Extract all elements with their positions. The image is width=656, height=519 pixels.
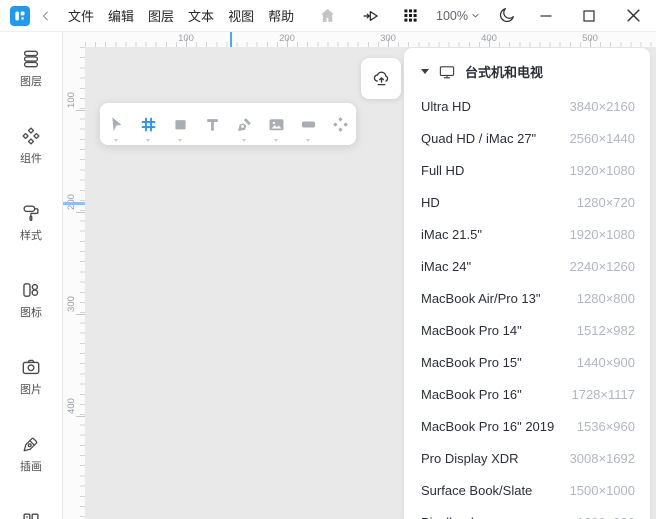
move-tool[interactable] <box>100 103 132 145</box>
frame-tool[interactable] <box>132 103 164 145</box>
device-row[interactable]: Ultra HD3840×2160 <box>404 90 650 122</box>
sidebar-item-icons[interactable]: 图标 <box>20 279 42 320</box>
device-row[interactable]: Full HD1920×1080 <box>404 154 650 186</box>
back-chevron-icon[interactable] <box>39 9 53 23</box>
apps-grid-icon[interactable] <box>402 7 419 24</box>
ruler-cursor-marker-horizontal <box>230 32 232 47</box>
sidebar-label: 图层 <box>20 73 42 89</box>
floating-toolbar <box>100 103 356 145</box>
vertical-ruler: 100 200 300 400 <box>63 47 85 519</box>
device-row[interactable]: HD1280×720 <box>404 186 650 218</box>
zoom-level-value: 100% <box>436 9 468 23</box>
menu-help[interactable]: 帮助 <box>261 0 301 31</box>
sidebar-item-images[interactable]: 图片 <box>20 356 42 397</box>
home-icon[interactable] <box>318 6 337 25</box>
zoom-level-dropdown[interactable]: 100% <box>436 9 480 23</box>
ruler-cursor-marker-vertical <box>63 202 85 205</box>
panel-section-header[interactable]: 台式机和电视 <box>404 48 650 90</box>
ruler-label: 500 <box>582 33 598 44</box>
chevron-down-icon[interactable] <box>306 139 310 142</box>
cloud-upload-icon <box>371 68 392 89</box>
component-tool[interactable] <box>324 103 356 145</box>
chevron-down-icon <box>471 11 480 20</box>
device-row[interactable]: MacBook Pro 14"1512×982 <box>404 314 650 346</box>
app-logo-icon[interactable] <box>10 6 30 26</box>
cloud-upload-button[interactable] <box>361 58 401 99</box>
menu-layer[interactable]: 图层 <box>141 0 181 31</box>
chevron-down-icon[interactable] <box>146 139 150 142</box>
sidebar-item-ui-kit[interactable]: UI组件 <box>15 510 48 519</box>
chevron-down-icon[interactable] <box>274 139 278 142</box>
menu-view[interactable]: 视图 <box>221 0 261 31</box>
sidebar-label: 组件 <box>20 150 42 166</box>
ruler-label: 100 <box>63 92 79 108</box>
device-row[interactable]: Pro Display XDR3008×1692 <box>404 442 650 474</box>
sidebar-label: 图片 <box>20 381 42 397</box>
menu-edit[interactable]: 编辑 <box>101 0 141 31</box>
image-tool[interactable] <box>260 103 292 145</box>
pen-tool[interactable] <box>228 103 260 145</box>
frame-grid-icon <box>138 114 159 135</box>
menu-items: 文件 编辑 图层 文本 视图 帮助 <box>61 0 301 31</box>
components-icon <box>20 125 42 147</box>
menu-file[interactable]: 文件 <box>61 0 101 31</box>
styles-paint-roller-icon <box>20 202 42 224</box>
left-sidebar: 图层 组件 样式 图标 图片 <box>0 32 63 519</box>
sidebar-item-styles[interactable]: 样式 <box>20 202 42 243</box>
ruler-label: 300 <box>380 33 396 44</box>
maximize-button[interactable] <box>583 10 595 22</box>
device-row[interactable]: iMac 21.5"1920×1080 <box>404 218 650 250</box>
monitor-icon <box>438 63 456 81</box>
close-button[interactable] <box>627 9 640 22</box>
device-preset-list: Ultra HD3840×2160 Quad HD / iMac 27"2560… <box>404 90 650 519</box>
chevron-down-icon[interactable] <box>178 139 182 142</box>
ruler-label: 200 <box>279 33 295 44</box>
sidebar-item-illustrations[interactable]: 插画 <box>20 433 42 474</box>
device-row[interactable]: Quad HD / iMac 27"2560×1440 <box>404 122 650 154</box>
ruler-corner <box>63 32 85 47</box>
pen-nib-icon <box>20 433 42 455</box>
sidebar-item-components[interactable]: 组件 <box>20 125 42 166</box>
design-canvas[interactable]: 台式机和电视 Ultra HD3840×2160 Quad HD / iMac … <box>85 47 656 519</box>
ruler-label: 100 <box>178 33 194 44</box>
caret-down-icon[interactable] <box>421 69 429 74</box>
device-row[interactable]: MacBook Pro 15"1440×900 <box>404 346 650 378</box>
present-run-icon[interactable] <box>361 6 381 26</box>
menu-text[interactable]: 文本 <box>181 0 221 31</box>
app-window: 文件 编辑 图层 文本 视图 帮助 100% <box>0 0 656 519</box>
ui-kit-grid-icon <box>20 510 42 519</box>
minimize-button[interactable] <box>540 10 552 22</box>
device-row[interactable]: Surface Book/Slate1500×1000 <box>404 474 650 506</box>
ruler-label: 400 <box>481 33 497 44</box>
text-tool[interactable] <box>196 103 228 145</box>
sidebar-label: 图标 <box>20 304 42 320</box>
sidebar-label: 插画 <box>20 458 42 474</box>
ruler-label: 300 <box>63 296 79 312</box>
horizontal-ruler: 100 200 300 400 500 <box>85 32 656 47</box>
layers-icon <box>20 48 42 70</box>
camera-icon <box>20 356 42 378</box>
dark-mode-moon-icon[interactable] <box>497 6 516 25</box>
chevron-down-icon[interactable] <box>114 139 118 142</box>
device-row[interactable]: Pixelbook1200×800 <box>404 506 650 519</box>
device-row[interactable]: MacBook Pro 16"1728×1117 <box>404 378 650 410</box>
device-row[interactable]: MacBook Pro 16" 20191536×960 <box>404 410 650 442</box>
shape-tool[interactable] <box>164 103 196 145</box>
sidebar-label: 样式 <box>20 227 42 243</box>
sidebar-item-layers[interactable]: 图层 <box>20 48 42 89</box>
device-presets-panel: 台式机和电视 Ultra HD3840×2160 Quad HD / iMac … <box>404 48 650 519</box>
device-row[interactable]: MacBook Air/Pro 13"1280×800 <box>404 282 650 314</box>
top-menubar: 文件 编辑 图层 文本 视图 帮助 100% <box>0 0 656 32</box>
icons8-icon <box>20 279 42 301</box>
panel-section-title: 台式机和电视 <box>465 62 543 81</box>
ruler-label: 400 <box>63 398 79 414</box>
device-row[interactable]: iMac 24"2240×1260 <box>404 250 650 282</box>
chevron-down-icon[interactable] <box>242 139 246 142</box>
button-tool[interactable] <box>292 103 324 145</box>
